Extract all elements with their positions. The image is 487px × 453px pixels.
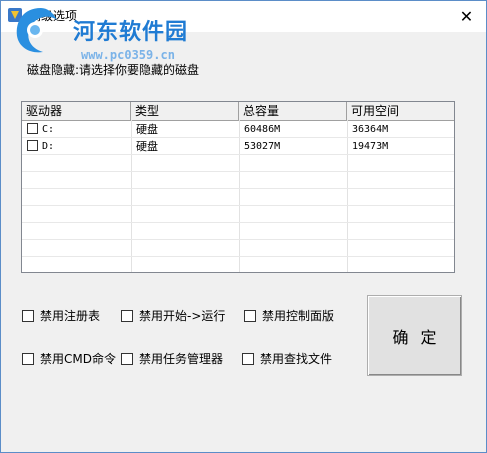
close-icon: ✕	[459, 7, 474, 26]
option-label: 禁用开始->运行	[139, 309, 226, 323]
ok-button[interactable]: 确定	[367, 295, 462, 376]
drive-total: 53027M	[244, 141, 281, 152]
checkbox[interactable]	[22, 353, 34, 365]
drive-checkbox-d[interactable]	[27, 140, 38, 151]
drive-type: 硬盘	[136, 123, 158, 136]
drive-list[interactable]: 驱动器 类型 总容量 可用空间 C: 硬盘 60486M 36364M D: 硬…	[21, 101, 455, 273]
drive-type: 硬盘	[136, 140, 158, 153]
option-label: 禁用CMD命令	[40, 352, 116, 366]
drive-free: 36364M	[352, 124, 389, 135]
watermark: 河东软件园 www.pc0359.cn	[11, 4, 211, 64]
option-label: 禁用查找文件	[260, 352, 333, 366]
checkbox[interactable]	[242, 353, 254, 365]
drive-checkbox-c[interactable]	[27, 123, 38, 134]
watermark-logo-icon	[16, 8, 57, 53]
column-header-total[interactable]: 总容量	[239, 102, 347, 120]
checkbox[interactable]	[244, 310, 256, 322]
option-label: 禁用控制面版	[262, 309, 335, 323]
grid-line	[22, 239, 454, 240]
grid-line	[22, 256, 454, 257]
grid-line	[22, 171, 454, 172]
checkbox[interactable]	[22, 310, 34, 322]
disk-hide-prompt: 磁盘隐藏:请选择你要隐藏的磁盘	[27, 63, 200, 77]
drive-total: 60486M	[244, 124, 281, 135]
grid-line	[22, 188, 454, 189]
option-label: 禁用任务管理器	[139, 352, 224, 366]
watermark-url: www.pc0359.cn	[81, 48, 175, 62]
dialog-window: 高级选项 ✕ 河东软件园 www.pc0359.cn 磁盘隐藏:请选择你要隐藏的…	[0, 0, 487, 453]
column-header-type[interactable]: 类型	[131, 102, 239, 120]
drive-letter: C:	[42, 124, 55, 135]
drive-row-c[interactable]: C: 硬盘 60486M 36364M	[22, 121, 454, 138]
drive-letter: D:	[42, 141, 55, 152]
option-label: 禁用注册表	[40, 309, 101, 323]
column-header-free[interactable]: 可用空间	[347, 102, 454, 120]
grid-line	[22, 222, 454, 223]
drive-row-d[interactable]: D: 硬盘 53027M 19473M	[22, 138, 454, 155]
column-header-drive[interactable]: 驱动器	[22, 102, 131, 120]
watermark-brand: 河东软件园	[73, 20, 189, 45]
drive-list-header: 驱动器 类型 总容量 可用空间	[22, 102, 454, 121]
grid-line	[22, 205, 454, 206]
checkbox[interactable]	[121, 353, 133, 365]
checkbox[interactable]	[121, 310, 133, 322]
close-button[interactable]: ✕	[447, 1, 486, 32]
drive-free: 19473M	[352, 141, 389, 152]
